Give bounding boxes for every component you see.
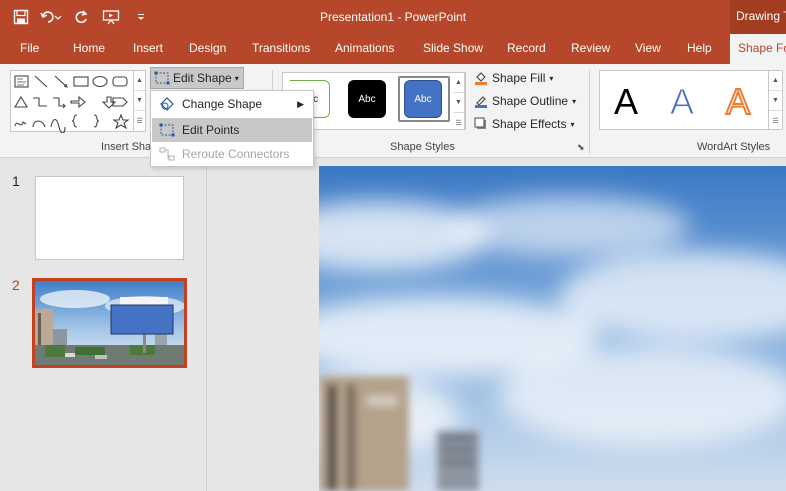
slide-number: 1 (12, 173, 20, 189)
tab-review[interactable]: Review (571, 41, 610, 55)
document-title: Presentation1 - PowerPoint (319, 10, 467, 24)
shape-fill-button[interactable]: Shape Fill ▾ (474, 71, 553, 85)
tab-design[interactable]: Design (189, 41, 226, 55)
menu-item-change-shape[interactable]: Change Shape ▶ (152, 92, 312, 116)
slide-background-image (319, 166, 786, 491)
chevron-down-icon: ▾ (549, 73, 554, 83)
shape-effects-icon (474, 117, 486, 129)
wordart-styles-group-label: WordArt Styles (697, 141, 771, 153)
edit-shape-label: Edit Shape (173, 71, 232, 85)
chevron-down-icon: ▾ (234, 73, 239, 83)
edit-shape-icon (154, 71, 170, 85)
shapes-gallery-icons (14, 75, 130, 134)
slide-thumbnail-1[interactable] (35, 176, 184, 260)
change-shape-icon (160, 97, 174, 111)
tab-slide-show[interactable]: Slide Show (423, 41, 483, 55)
chevron-down-icon: ▾ (572, 96, 577, 106)
scroll-up-icon[interactable]: ▲ (134, 71, 145, 91)
tab-shape-format[interactable]: Shape Format (730, 34, 786, 64)
shape-style-blue[interactable]: Abc (404, 80, 442, 118)
wordart-gallery[interactable]: A A A (599, 70, 769, 130)
tab-file[interactable]: File (20, 41, 39, 55)
gallery-more-icon[interactable]: ☰ (769, 111, 782, 131)
shape-style-black[interactable]: Abc (348, 80, 386, 118)
edit-shape-button[interactable]: Edit Shape ▾ (150, 67, 244, 89)
menu-item-reroute-connectors[interactable]: Reroute Connectors (152, 142, 312, 166)
submenu-arrow-icon: ▶ (297, 98, 304, 109)
scroll-down-icon[interactable]: ▼ (134, 91, 145, 111)
tab-transitions[interactable]: Transitions (252, 41, 310, 55)
title-bar: Presentation1 - PowerPoint Drawing Tools (0, 0, 786, 34)
scroll-down-icon[interactable]: ▼ (453, 93, 464, 113)
slide-thumbnail-2[interactable] (32, 278, 187, 368)
ribbon: ▲ ▼ ☰ Edit Shape ▾ Insert Shapes Abc Abc… (0, 64, 786, 158)
tab-animations[interactable]: Animations (335, 41, 394, 55)
wordart-style-black[interactable]: A (614, 81, 638, 123)
paint-bucket-icon (475, 72, 487, 85)
reroute-connectors-icon (159, 147, 175, 161)
pen-outline-icon (475, 96, 487, 108)
slide-number: 2 (12, 277, 20, 293)
tab-view[interactable]: View (635, 41, 661, 55)
gallery-more-icon[interactable]: ☰ (453, 113, 464, 133)
scroll-up-icon[interactable]: ▲ (769, 71, 782, 91)
tab-insert[interactable]: Insert (133, 41, 163, 55)
dialog-launcher-icon[interactable]: ⬊ (577, 142, 585, 153)
edit-shape-menu: Change Shape ▶ Edit Points Reroute Conne… (150, 90, 314, 167)
shape-effects-button[interactable]: Shape Effects ▾ (474, 117, 575, 131)
gallery-more-icon[interactable]: ☰ (134, 111, 145, 131)
shape-styles-group-label: Shape Styles (390, 141, 455, 153)
drawing-tools-label: Drawing Tools (730, 0, 786, 34)
slide-canvas[interactable] (319, 166, 786, 491)
wordart-scroll[interactable]: ▲ ▼ ☰ (769, 70, 783, 130)
slide-thumbnails-pane: 1 2 (0, 158, 207, 491)
tab-record[interactable]: Record (507, 41, 546, 55)
shapes-gallery-scroll[interactable]: ▲ ▼ ☰ (134, 70, 146, 132)
shape-styles-scroll[interactable]: ▲ ▼ ☰ (453, 72, 465, 130)
group-separator (589, 70, 590, 154)
tab-help[interactable]: Help (687, 41, 712, 55)
wordart-style-orange-outline[interactable]: A (725, 80, 751, 123)
shape-outline-button[interactable]: Shape Outline ▾ (474, 94, 576, 108)
wordart-style-blue[interactable]: A (669, 81, 694, 123)
menu-item-edit-points[interactable]: Edit Points (152, 118, 312, 142)
chevron-down-icon: ▾ (570, 119, 575, 129)
ribbon-tabs: File Home Insert Design Transitions Anim… (0, 34, 786, 64)
edit-points-icon (159, 123, 175, 137)
scroll-up-icon[interactable]: ▲ (453, 73, 464, 93)
scroll-down-icon[interactable]: ▼ (769, 91, 782, 111)
tab-home[interactable]: Home (73, 41, 105, 55)
slide-2-preview-image (35, 281, 185, 365)
shapes-gallery[interactable] (10, 70, 134, 134)
